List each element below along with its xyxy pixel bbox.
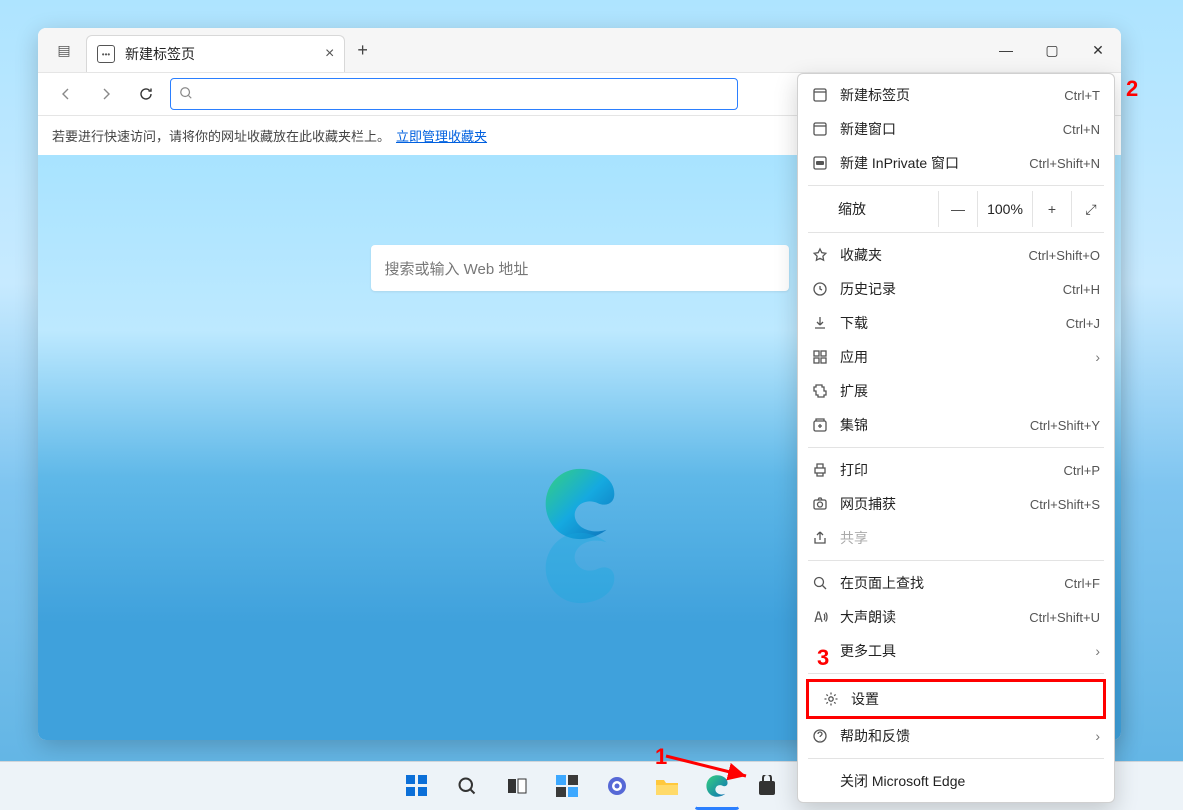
menu-close-edge[interactable]: 关闭 Microsoft Edge	[798, 764, 1114, 798]
menu-new-window[interactable]: 新建窗口 Ctrl+N	[798, 112, 1114, 146]
address-bar[interactable]	[170, 78, 738, 110]
fullscreen-button[interactable]: ⤢	[1071, 191, 1110, 227]
apps-icon	[812, 349, 828, 365]
gear-icon	[823, 691, 839, 707]
active-tab[interactable]: ••• 新建标签页 ×	[86, 35, 345, 72]
menu-new-tab[interactable]: 新建标签页 Ctrl+T	[798, 78, 1114, 112]
share-icon	[812, 530, 828, 546]
forward-button[interactable]	[90, 78, 122, 110]
collections-icon	[812, 417, 828, 433]
maximize-button[interactable]: ▢	[1029, 28, 1075, 72]
history-icon	[812, 281, 828, 297]
annotation-1: 1	[655, 744, 667, 770]
new-tab-button[interactable]: +	[357, 40, 368, 61]
taskbar-chat[interactable]	[594, 763, 640, 809]
menu-help[interactable]: 帮助和反馈 ›	[798, 719, 1114, 753]
titlebar: ▤ ••• 新建标签页 × + — ▢ ✕	[38, 28, 1121, 73]
browser-menu: 新建标签页 Ctrl+T 新建窗口 Ctrl+N 新建 InPrivate 窗口…	[797, 73, 1115, 803]
print-icon	[812, 462, 828, 478]
refresh-button[interactable]	[130, 78, 162, 110]
menu-favorites[interactable]: 收藏夹 Ctrl+Shift+O	[798, 238, 1114, 272]
chevron-right-icon: ›	[1095, 349, 1100, 365]
edge-logo-reflection	[541, 529, 619, 607]
start-button[interactable]	[394, 763, 440, 809]
menu-new-inprivate[interactable]: 新建 InPrivate 窗口 Ctrl+Shift+N	[798, 146, 1114, 180]
new-tab-icon	[812, 87, 828, 103]
favorites-hint-text: 若要进行快速访问，请将你的网址收藏放在此收藏夹栏上。	[52, 126, 390, 145]
menu-downloads[interactable]: 下载 Ctrl+J	[798, 306, 1114, 340]
menu-moretools[interactable]: 更多工具 ›	[798, 634, 1114, 668]
close-tab-button[interactable]: ×	[325, 45, 334, 63]
inprivate-icon	[812, 155, 828, 171]
ntp-search-box[interactable]: 搜索或输入 Web 地址	[371, 245, 789, 291]
taskbar-widgets[interactable]	[544, 763, 590, 809]
annotation-3: 3	[817, 645, 829, 671]
capture-icon	[812, 496, 828, 512]
menu-find[interactable]: 在页面上查找 Ctrl+F	[798, 566, 1114, 600]
page-icon: •••	[97, 45, 115, 63]
menu-share: 共享	[798, 521, 1114, 555]
manage-favorites-link[interactable]: 立即管理收藏夹	[396, 126, 487, 145]
menu-settings[interactable]: 设置	[806, 679, 1106, 719]
chevron-right-icon: ›	[1095, 643, 1100, 659]
taskbar-taskview[interactable]	[494, 763, 540, 809]
back-button[interactable]	[50, 78, 82, 110]
menu-apps[interactable]: 应用 ›	[798, 340, 1114, 374]
readaloud-icon	[812, 609, 828, 625]
menu-webcapture[interactable]: 网页捕获 Ctrl+Shift+S	[798, 487, 1114, 521]
tab-actions-icon[interactable]: ▤	[52, 38, 76, 62]
menu-readaloud[interactable]: 大声朗读 Ctrl+Shift+U	[798, 600, 1114, 634]
zoom-label: 缩放	[838, 199, 938, 219]
menu-extensions[interactable]: 扩展	[798, 374, 1114, 408]
tab-title: 新建标签页	[125, 44, 195, 64]
find-icon	[812, 575, 828, 591]
menu-zoom: 缩放 — 100% + ⤢	[798, 191, 1114, 227]
favorites-icon	[812, 247, 828, 263]
search-icon	[179, 86, 193, 103]
close-window-button[interactable]: ✕	[1075, 28, 1121, 72]
new-window-icon	[812, 121, 828, 137]
menu-print[interactable]: 打印 Ctrl+P	[798, 453, 1114, 487]
zoom-in-button[interactable]: +	[1032, 191, 1071, 227]
zoom-value: 100%	[977, 191, 1032, 227]
annotation-2: 2	[1126, 76, 1138, 102]
taskbar-search[interactable]	[444, 763, 490, 809]
address-input[interactable]	[199, 85, 729, 103]
extensions-icon	[812, 383, 828, 399]
menu-history[interactable]: 历史记录 Ctrl+H	[798, 272, 1114, 306]
help-icon	[812, 728, 828, 744]
menu-collections[interactable]: 集锦 Ctrl+Shift+Y	[798, 408, 1114, 442]
ntp-search-placeholder: 搜索或输入 Web 地址	[385, 258, 529, 279]
chevron-right-icon: ›	[1095, 728, 1100, 744]
minimize-button[interactable]: —	[983, 28, 1029, 72]
downloads-icon	[812, 315, 828, 331]
annotation-arrow	[660, 750, 760, 790]
zoom-out-button[interactable]: —	[938, 191, 977, 227]
